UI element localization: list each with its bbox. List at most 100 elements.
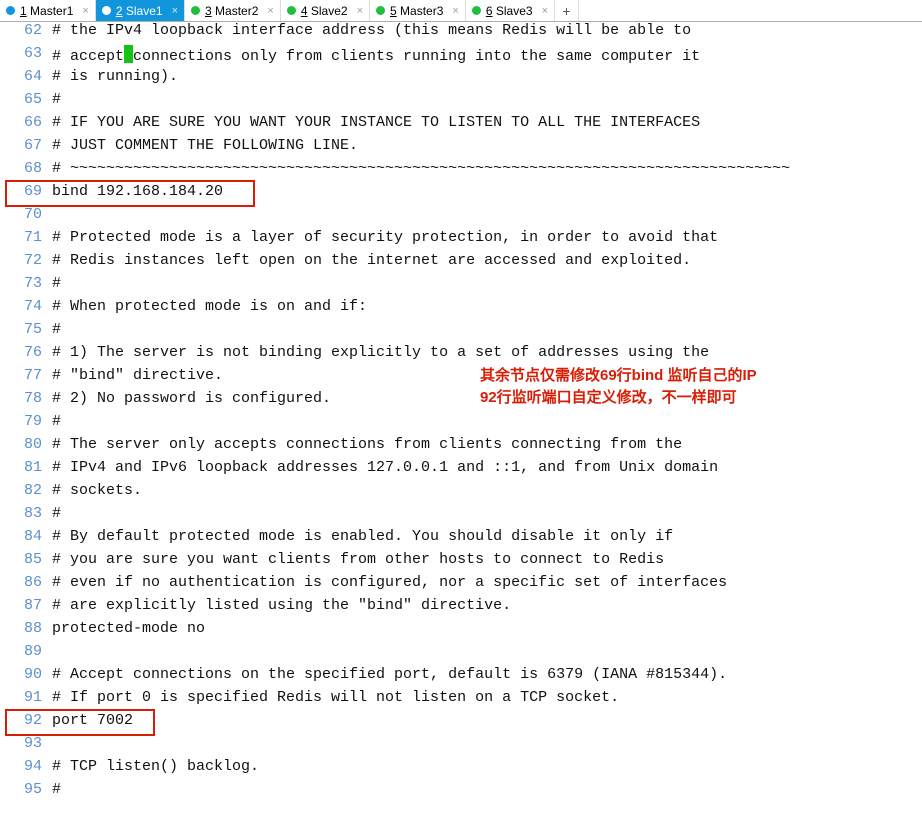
line-text[interactable]: # When protected mode is on and if: bbox=[52, 298, 922, 321]
code-line[interactable]: 71# Protected mode is a layer of securit… bbox=[0, 229, 922, 252]
code-line[interactable]: 67# JUST COMMENT THE FOLLOWING LINE. bbox=[0, 137, 922, 160]
code-line[interactable]: 88protected-mode no bbox=[0, 620, 922, 643]
tab-slave2[interactable]: 4 Slave2 × bbox=[281, 0, 370, 21]
code-line[interactable]: 80# The server only accepts connections … bbox=[0, 436, 922, 459]
line-text[interactable]: port 7002 bbox=[52, 712, 922, 735]
tab-master3[interactable]: 5 Master3 × bbox=[370, 0, 466, 21]
line-number: 89 bbox=[0, 643, 52, 666]
line-text[interactable]: # you are sure you want clients from oth… bbox=[52, 551, 922, 574]
line-text[interactable] bbox=[52, 206, 922, 229]
code-line[interactable]: 91# If port 0 is specified Redis will no… bbox=[0, 689, 922, 712]
code-line[interactable]: 70 bbox=[0, 206, 922, 229]
code-line[interactable]: 79# bbox=[0, 413, 922, 436]
line-text[interactable]: # even if no authentication is configure… bbox=[52, 574, 922, 597]
code-line[interactable]: 86# even if no authentication is configu… bbox=[0, 574, 922, 597]
status-dot-icon bbox=[472, 6, 481, 15]
close-icon[interactable]: × bbox=[452, 5, 458, 17]
line-number: 72 bbox=[0, 252, 52, 275]
code-line[interactable]: 94# TCP listen() backlog. bbox=[0, 758, 922, 781]
code-line[interactable]: 77# "bind" directive. bbox=[0, 367, 922, 390]
line-number: 92 bbox=[0, 712, 52, 735]
line-number: 93 bbox=[0, 735, 52, 758]
line-text[interactable]: # Protected mode is a layer of security … bbox=[52, 229, 922, 252]
tab-master1[interactable]: 1 Master1 × bbox=[0, 0, 96, 21]
code-line[interactable]: 76# 1) The server is not binding explici… bbox=[0, 344, 922, 367]
code-line[interactable]: 66# IF YOU ARE SURE YOU WANT YOUR INSTAN… bbox=[0, 114, 922, 137]
code-line[interactable]: 95# bbox=[0, 781, 922, 804]
line-text[interactable]: # TCP listen() backlog. bbox=[52, 758, 922, 781]
close-icon[interactable]: × bbox=[267, 5, 273, 17]
line-number: 64 bbox=[0, 68, 52, 91]
code-line[interactable]: 85# you are sure you want clients from o… bbox=[0, 551, 922, 574]
code-line[interactable]: 73# bbox=[0, 275, 922, 298]
line-text[interactable]: # acceptconnections only from clients ru… bbox=[52, 45, 922, 68]
line-number: 80 bbox=[0, 436, 52, 459]
code-line[interactable]: 62# the IPv4 loopback interface address … bbox=[0, 22, 922, 45]
code-line[interactable]: 65# bbox=[0, 91, 922, 114]
line-text[interactable]: # bbox=[52, 275, 922, 298]
code-line[interactable]: 92port 7002 bbox=[0, 712, 922, 735]
code-line[interactable]: 90# Accept connections on the specified … bbox=[0, 666, 922, 689]
line-number: 70 bbox=[0, 206, 52, 229]
line-text[interactable]: # IPv4 and IPv6 loopback addresses 127.0… bbox=[52, 459, 922, 482]
code-line[interactable]: 89 bbox=[0, 643, 922, 666]
line-text[interactable]: # bbox=[52, 781, 922, 804]
line-text[interactable]: # By default protected mode is enabled. … bbox=[52, 528, 922, 551]
line-text[interactable]: # sockets. bbox=[52, 482, 922, 505]
close-icon[interactable]: × bbox=[542, 5, 548, 17]
line-text[interactable]: bind 192.168.184.20 bbox=[52, 183, 922, 206]
close-icon[interactable]: × bbox=[357, 5, 363, 17]
line-text[interactable]: # The server only accepts connections fr… bbox=[52, 436, 922, 459]
line-text[interactable]: # is running). bbox=[52, 68, 922, 91]
line-number: 95 bbox=[0, 781, 52, 804]
line-number: 86 bbox=[0, 574, 52, 597]
line-text[interactable]: protected-mode no bbox=[52, 620, 922, 643]
code-line[interactable]: 63# acceptconnections only from clients … bbox=[0, 45, 922, 68]
line-text[interactable] bbox=[52, 643, 922, 666]
code-line[interactable]: 93 bbox=[0, 735, 922, 758]
code-line[interactable]: 72# Redis instances left open on the int… bbox=[0, 252, 922, 275]
tab-slave3[interactable]: 6 Slave3 × bbox=[466, 0, 555, 21]
status-dot-icon bbox=[6, 6, 15, 15]
code-line[interactable]: 82# sockets. bbox=[0, 482, 922, 505]
code-line[interactable]: 83# bbox=[0, 505, 922, 528]
code-line[interactable]: 74# When protected mode is on and if: bbox=[0, 298, 922, 321]
close-icon[interactable]: × bbox=[82, 5, 88, 17]
line-text[interactable]: # IF YOU ARE SURE YOU WANT YOUR INSTANCE… bbox=[52, 114, 922, 137]
tab-master2[interactable]: 3 Master2 × bbox=[185, 0, 281, 21]
code-line[interactable]: 84# By default protected mode is enabled… bbox=[0, 528, 922, 551]
code-editor[interactable]: 62# the IPv4 loopback interface address … bbox=[0, 22, 922, 813]
line-text[interactable]: # JUST COMMENT THE FOLLOWING LINE. bbox=[52, 137, 922, 160]
line-number: 82 bbox=[0, 482, 52, 505]
code-line[interactable]: 69bind 192.168.184.20 bbox=[0, 183, 922, 206]
line-number: 78 bbox=[0, 390, 52, 413]
line-number: 85 bbox=[0, 551, 52, 574]
line-text[interactable]: # 1) The server is not binding explicitl… bbox=[52, 344, 922, 367]
code-line[interactable]: 68# ~~~~~~~~~~~~~~~~~~~~~~~~~~~~~~~~~~~~… bbox=[0, 160, 922, 183]
line-number: 94 bbox=[0, 758, 52, 781]
line-text[interactable]: # the IPv4 loopback interface address (t… bbox=[52, 22, 922, 45]
line-text[interactable] bbox=[52, 735, 922, 758]
line-text[interactable]: # Redis instances left open on the inter… bbox=[52, 252, 922, 275]
line-number: 84 bbox=[0, 528, 52, 551]
close-icon[interactable]: × bbox=[172, 5, 178, 17]
line-text[interactable]: # bbox=[52, 505, 922, 528]
line-text[interactable]: # bbox=[52, 321, 922, 344]
line-number: 74 bbox=[0, 298, 52, 321]
add-tab-button[interactable]: + bbox=[555, 0, 579, 21]
line-text[interactable]: # bbox=[52, 413, 922, 436]
code-line[interactable]: 75# bbox=[0, 321, 922, 344]
status-dot-icon bbox=[191, 6, 200, 15]
line-text[interactable]: # Accept connections on the specified po… bbox=[52, 666, 922, 689]
line-number: 81 bbox=[0, 459, 52, 482]
code-line[interactable]: 81# IPv4 and IPv6 loopback addresses 127… bbox=[0, 459, 922, 482]
line-text[interactable]: # are explicitly listed using the "bind"… bbox=[52, 597, 922, 620]
code-line[interactable]: 64# is running). bbox=[0, 68, 922, 91]
code-line[interactable]: 78# 2) No password is configured. bbox=[0, 390, 922, 413]
line-text[interactable]: # ~~~~~~~~~~~~~~~~~~~~~~~~~~~~~~~~~~~~~~… bbox=[52, 160, 922, 183]
tab-slave1[interactable]: 2 Slave1 × bbox=[96, 0, 185, 21]
code-line[interactable]: 87# are explicitly listed using the "bin… bbox=[0, 597, 922, 620]
status-dot-icon bbox=[287, 6, 296, 15]
line-text[interactable]: # bbox=[52, 91, 922, 114]
line-text[interactable]: # If port 0 is specified Redis will not … bbox=[52, 689, 922, 712]
